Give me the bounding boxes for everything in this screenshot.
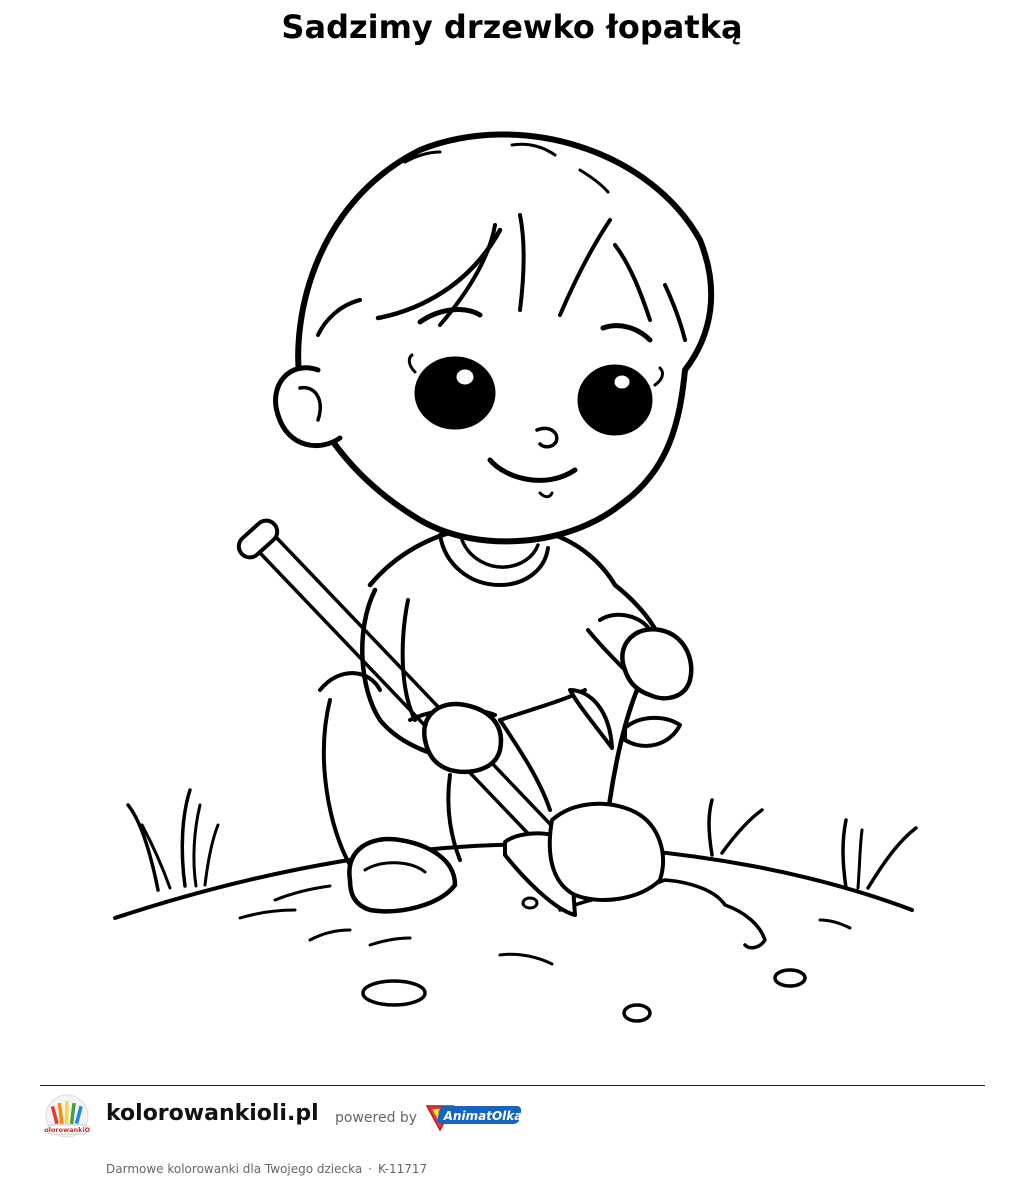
footer-divider — [40, 1085, 985, 1086]
powered-by-label: powered by — [335, 1110, 418, 1126]
animatolka-logo-icon[interactable]: AnimatOlka — [423, 1100, 527, 1134]
tagline-separator: · — [368, 1162, 373, 1176]
kolorowankioli-logo-icon[interactable]: KolorowankiOli — [44, 1094, 90, 1140]
page-title: Sadzimy drzewko łopatką — [281, 8, 743, 46]
tagline-text: Darmowe kolorowanki dla Twojego dziecka — [106, 1162, 363, 1176]
boy-planting-tree-coloring-icon — [113, 131, 918, 1023]
svg-text:AnimatOlka: AnimatOlka — [443, 1109, 523, 1123]
site-name-link[interactable]: kolorowankioli.pl — [106, 1101, 319, 1126]
page-code: K-11717 — [378, 1162, 428, 1176]
footer-tagline: Darmowe kolorowanki dla Twojego dziecka ·… — [106, 1162, 427, 1176]
svg-text:KolorowankiOli: KolorowankiOli — [44, 1126, 90, 1134]
